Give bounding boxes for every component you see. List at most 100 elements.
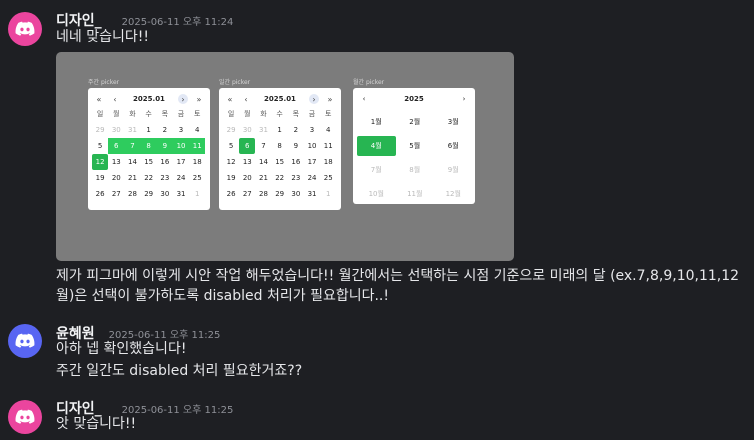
double-chevron-right-icon[interactable]: » — [194, 94, 204, 104]
day-cell[interactable]: 22 — [141, 170, 157, 186]
day-cell[interactable]: 3 — [304, 122, 320, 138]
day-cell[interactable]: 29 — [141, 186, 157, 202]
day-cell[interactable]: 28 — [124, 186, 140, 202]
day-cell[interactable]: 24 — [304, 170, 320, 186]
month-cell[interactable]: 6월 — [434, 136, 473, 156]
day-cell[interactable]: 30 — [108, 122, 124, 138]
chevron-left-icon[interactable]: ‹ — [241, 94, 251, 104]
day-cell[interactable]: 30 — [288, 186, 304, 202]
day-cell[interactable]: 7 — [255, 138, 271, 154]
day-cell[interactable]: 29 — [223, 122, 239, 138]
day-cell[interactable]: 3 — [173, 122, 189, 138]
chevron-right-icon[interactable]: › — [459, 94, 469, 104]
discord-icon — [15, 333, 35, 348]
day-cell[interactable]: 25 — [320, 170, 336, 186]
picker-title: 2025.01 — [133, 95, 165, 103]
day-cell[interactable]: 20 — [108, 170, 124, 186]
day-cell[interactable]: 25 — [189, 170, 205, 186]
day-cell[interactable]: 17 — [173, 154, 189, 170]
chevron-left-icon[interactable]: ‹ — [110, 94, 120, 104]
month-cell[interactable]: 1월 — [357, 112, 396, 132]
dow-label: 금 — [308, 110, 316, 118]
day-cell[interactable]: 2 — [157, 122, 173, 138]
dow-label: 수 — [145, 110, 152, 118]
day-cell[interactable]: 10 — [304, 138, 320, 154]
day-cell[interactable]: 24 — [173, 170, 189, 186]
month-cell-selected[interactable]: 4월 — [357, 136, 396, 156]
day-cell[interactable]: 27 — [239, 186, 255, 202]
day-cell[interactable]: 9 — [288, 138, 304, 154]
day-cell[interactable]: 5 — [92, 138, 108, 154]
avatar[interactable] — [8, 12, 42, 46]
avatar[interactable] — [8, 324, 42, 358]
day-cell-selected[interactable]: 6 — [108, 138, 125, 154]
day-cell[interactable]: 4 — [189, 122, 205, 138]
day-cell-selected[interactable]: 9 — [156, 138, 173, 154]
day-cell[interactable]: 8 — [272, 138, 288, 154]
day-cell-selected[interactable]: 6 — [239, 138, 256, 154]
day-cell[interactable]: 13 — [239, 154, 255, 170]
day-cell[interactable]: 11 — [320, 138, 336, 154]
message-text: 아하 넵 확인했습니다! — [56, 341, 187, 357]
author-name[interactable]: 디자인_ — [56, 10, 102, 30]
day-cell[interactable]: 26 — [223, 186, 239, 202]
day-cell[interactable]: 31 — [124, 122, 140, 138]
day-cell[interactable]: 5 — [223, 138, 239, 154]
day-cell[interactable]: 31 — [173, 186, 189, 202]
day-cell[interactable]: 16 — [288, 154, 304, 170]
month-cell-disabled: 10월 — [368, 190, 384, 198]
chevron-right-icon[interactable]: › — [308, 94, 319, 104]
day-cell[interactable]: 31 — [304, 186, 320, 202]
day-cell[interactable]: 29 — [92, 122, 108, 138]
message-text: 주간 일간도 disabled 처리 필요한거죠?? — [56, 363, 303, 379]
day-cell[interactable]: 23 — [288, 170, 304, 186]
month-cell[interactable]: 3월 — [434, 112, 473, 132]
image-attachment[interactable]: 주간 picker « ‹ 2025.01 › » 일 월 화 수 목 금 토 … — [56, 52, 514, 261]
dow-label: 화 — [260, 110, 267, 118]
double-chevron-left-icon[interactable]: « — [94, 94, 104, 104]
day-cell[interactable]: 2 — [288, 122, 304, 138]
day-cell[interactable]: 29 — [272, 186, 288, 202]
day-cell[interactable]: 21 — [255, 170, 271, 186]
day-cell-selected[interactable]: 8 — [140, 138, 157, 154]
day-cell[interactable]: 14 — [255, 154, 271, 170]
day-cell-selected[interactable]: 11 — [189, 138, 206, 154]
month-cell-disabled: 12월 — [445, 190, 461, 198]
double-chevron-right-icon[interactable]: » — [325, 94, 335, 104]
day-cell-selected[interactable]: 7 — [124, 138, 141, 154]
day-cell[interactable]: 19 — [223, 170, 239, 186]
day-cell[interactable]: 15 — [141, 154, 157, 170]
day-cell[interactable]: 1 — [141, 122, 157, 138]
chevron-left-icon[interactable]: ‹ — [359, 94, 369, 104]
day-cell[interactable]: 30 — [157, 186, 173, 202]
day-cell[interactable]: 16 — [157, 154, 173, 170]
day-cell[interactable]: 19 — [92, 170, 108, 186]
month-cell[interactable]: 2월 — [396, 112, 435, 132]
day-cell[interactable]: 28 — [255, 186, 271, 202]
chevron-right-icon[interactable]: › — [177, 94, 188, 104]
day-cell-selected[interactable]: 10 — [172, 138, 190, 154]
day-cell[interactable]: 18 — [189, 154, 205, 170]
day-cell[interactable]: 27 — [108, 186, 124, 202]
avatar[interactable] — [8, 400, 42, 434]
day-cell[interactable]: 18 — [320, 154, 336, 170]
day-cell[interactable]: 14 — [124, 154, 140, 170]
day-cell[interactable]: 22 — [272, 170, 288, 186]
day-cell[interactable]: 17 — [304, 154, 320, 170]
day-cell[interactable]: 30 — [239, 122, 255, 138]
day-cell[interactable]: 1 — [189, 186, 205, 202]
day-cell[interactable]: 12 — [223, 154, 239, 170]
double-chevron-left-icon[interactable]: « — [225, 94, 235, 104]
day-cell[interactable]: 20 — [239, 170, 255, 186]
day-cell[interactable]: 31 — [255, 122, 271, 138]
day-cell[interactable]: 26 — [92, 186, 108, 202]
day-cell[interactable]: 23 — [157, 170, 173, 186]
month-cell[interactable]: 5월 — [396, 136, 435, 156]
day-cell[interactable]: 4 — [320, 122, 336, 138]
day-cell[interactable]: 15 — [272, 154, 288, 170]
day-cell-selected[interactable]: 12 — [92, 154, 109, 170]
day-cell[interactable]: 1 — [272, 122, 288, 138]
day-cell[interactable]: 13 — [108, 154, 124, 170]
day-cell[interactable]: 1 — [320, 186, 336, 202]
day-cell[interactable]: 21 — [124, 170, 140, 186]
